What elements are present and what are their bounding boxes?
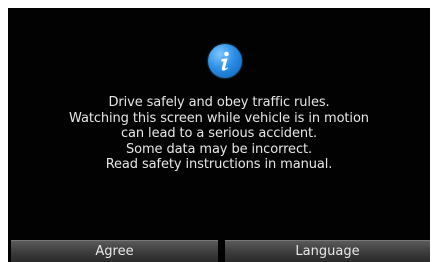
agree-button[interactable]: Agree [11,240,218,262]
info-icon [208,44,242,78]
language-button[interactable]: Language [225,240,430,262]
message-line: Read safety instructions in manual. [105,157,333,172]
message-line: Watching this screen while vehicle is in… [69,110,369,126]
safety-message: Drive safely and obey traffic rules. Wat… [8,95,430,173]
message-line: Some data may be incorrect. [125,141,313,157]
message-line: can lead to a serious accident. [120,126,318,141]
safety-warning-screen: Drive safely and obey traffic rules. Wat… [8,8,430,262]
message-line: Drive safely and obey traffic rules. [108,95,330,110]
button-bar: Agree Language [8,240,430,262]
